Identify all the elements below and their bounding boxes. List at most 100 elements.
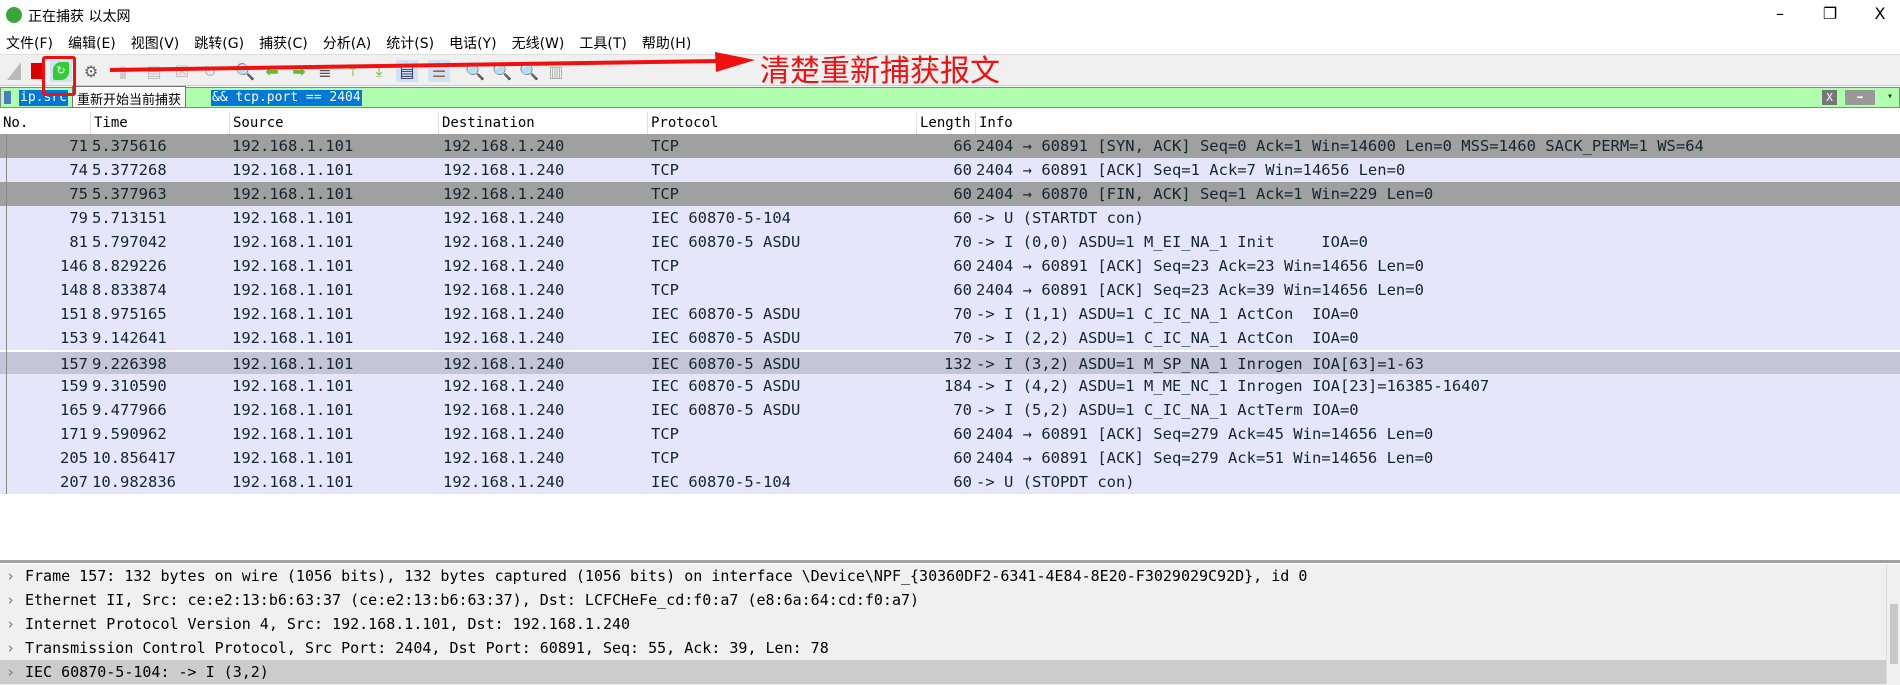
packet-no: 79 — [69, 209, 88, 227]
column-protocol[interactable]: Protocol — [648, 112, 917, 134]
filter-bookmark-icon[interactable] — [4, 91, 11, 104]
packet-row[interactable]: 159 9.310590 192.168.1.101 192.168.1.240 IEC… — [0, 374, 1900, 398]
packet-info: 2404 → 60891 [ACK] Seq=1 Ack=7 Win=14656… — [976, 161, 1406, 179]
details-scrollbar[interactable] — [1886, 564, 1900, 685]
menu-wireless[interactable]: 无线(W) — [510, 30, 573, 54]
packet-length: 66 — [953, 137, 972, 155]
close-button[interactable]: X — [1865, 4, 1895, 23]
packet-list-header: No. Time Source Destination Protocol Len… — [0, 112, 1900, 134]
packet-row[interactable]: 71 5.375616 192.168.1.101 192.168.1.240 TCP 6… — [0, 134, 1900, 158]
expand-chevron-icon[interactable]: › — [6, 564, 15, 588]
start-capture-fin-icon[interactable] — [3, 60, 25, 82]
packet-row[interactable]: 171 9.590962 192.168.1.101 192.168.1.240 TCP… — [0, 422, 1900, 446]
packet-time: 10.982836 — [92, 473, 176, 491]
packet-length: 60 — [953, 449, 972, 467]
menu-file[interactable]: 文件(F) — [4, 30, 61, 54]
packet-row[interactable]: 207 10.982836 192.168.1.101 192.168.1.240 IE… — [0, 470, 1900, 494]
packet-length: 70 — [953, 233, 972, 251]
menu-capture[interactable]: 捕获(C) — [257, 30, 316, 54]
packet-no: 165 — [60, 401, 88, 419]
column-source[interactable]: Source — [230, 112, 439, 134]
packet-row[interactable]: 79 5.713151 192.168.1.101 192.168.1.240 IEC … — [0, 206, 1900, 230]
packet-destination: 192.168.1.240 — [443, 137, 565, 155]
column-info[interactable]: Info — [976, 112, 1900, 134]
packet-row[interactable]: 153 9.142641 192.168.1.101 192.168.1.240 IEC… — [0, 326, 1900, 350]
menu-telephony[interactable]: 电话(Y) — [447, 30, 504, 54]
packet-no: 171 — [60, 425, 88, 443]
packet-row[interactable]: 157 9.226398 192.168.1.101 192.168.1.240 IEC… — [0, 352, 1900, 376]
packet-row[interactable]: 75 5.377963 192.168.1.101 192.168.1.240 TCP 6… — [0, 182, 1900, 206]
annotation-highlight-box — [42, 56, 76, 96]
menu-edit[interactable]: 编辑(E) — [66, 30, 124, 54]
detail-tree-item[interactable]: › Ethernet II, Src: ce:e2:13:b6:63:37 (ce… — [0, 588, 1900, 612]
packet-time: 9.226398 — [92, 355, 167, 373]
packet-source: 192.168.1.101 — [232, 281, 354, 299]
column-time[interactable]: Time — [91, 112, 230, 134]
menu-statistics[interactable]: 统计(S) — [384, 30, 442, 54]
packet-no: 207 — [60, 473, 88, 491]
expand-chevron-icon[interactable]: › — [6, 588, 15, 612]
packet-length: 60 — [953, 185, 972, 203]
packet-no: 74 — [69, 161, 88, 179]
filter-text-suffix: && tcp.port == 2404 — [211, 90, 362, 106]
packet-destination: 192.168.1.240 — [443, 473, 565, 491]
detail-tree-item[interactable]: › IEC 60870-5-104: -> I (3,2) — [0, 660, 1900, 684]
packet-no: 153 — [60, 329, 88, 347]
packet-row[interactable]: 81 5.797042 192.168.1.101 192.168.1.240 IEC … — [0, 230, 1900, 254]
packet-destination: 192.168.1.240 — [443, 377, 565, 395]
display-filter-input[interactable]: ip.src && tcp.port == 2404 X ➡ ▾ — [0, 87, 1900, 108]
packet-destination: 192.168.1.240 — [443, 257, 565, 275]
packet-row[interactable]: 205 10.856417 192.168.1.101 192.168.1.240 TC… — [0, 446, 1900, 470]
packet-row[interactable]: 148 8.833874 192.168.1.101 192.168.1.240 TCP… — [0, 278, 1900, 302]
packet-row[interactable]: 74 5.377268 192.168.1.101 192.168.1.240 TCP 6… — [0, 158, 1900, 182]
menu-go[interactable]: 跳转(G) — [192, 30, 252, 54]
packet-list-related-line — [6, 134, 7, 494]
packet-time: 10.856417 — [92, 449, 176, 467]
minimize-button[interactable]: – — [1765, 4, 1795, 23]
menu-help[interactable]: 帮助(H) — [640, 30, 699, 54]
packet-length: 70 — [953, 305, 972, 323]
pane-splitter[interactable] — [0, 560, 1900, 563]
packet-destination: 192.168.1.240 — [443, 425, 565, 443]
packet-row[interactable]: 151 8.975165 192.168.1.101 192.168.1.240 IEC… — [0, 302, 1900, 326]
expand-chevron-icon[interactable]: › — [6, 660, 15, 684]
packet-row[interactable]: 146 8.829226 192.168.1.101 192.168.1.240 TCP… — [0, 254, 1900, 278]
packet-protocol: TCP — [651, 137, 679, 155]
packet-list: 71 5.375616 192.168.1.101 192.168.1.240 TCP 6… — [0, 134, 1900, 494]
menu-tools[interactable]: 工具(T) — [577, 30, 634, 54]
packet-destination: 192.168.1.240 — [443, 209, 565, 227]
detail-tree-item[interactable]: › Transmission Control Protocol, Src Port… — [0, 636, 1900, 660]
column-destination[interactable]: Destination — [439, 112, 648, 134]
packet-protocol: TCP — [651, 281, 679, 299]
packet-info: -> I (4,2) ASDU=1 M_ME_NC_1 Inrogen IOA[… — [976, 377, 1490, 395]
packet-protocol: IEC 60870-5-104 — [651, 473, 791, 491]
menu-view[interactable]: 视图(V) — [129, 30, 188, 54]
packet-source: 192.168.1.101 — [232, 161, 354, 179]
packet-row[interactable]: 165 9.477966 192.168.1.101 192.168.1.240 IEC… — [0, 398, 1900, 422]
packet-source: 192.168.1.101 — [232, 401, 354, 419]
expand-chevron-icon[interactable]: › — [6, 612, 15, 636]
column-length[interactable]: Length — [917, 112, 976, 134]
packet-info: -> I (3,2) ASDU=1 M_SP_NA_1 Inrogen IOA[… — [976, 355, 1424, 373]
packet-no: 159 — [60, 377, 88, 395]
filter-history-dropdown[interactable]: ▾ — [1887, 91, 1893, 102]
packet-length: 60 — [953, 281, 972, 299]
maximize-button[interactable]: ❐ — [1815, 4, 1845, 23]
details-scrollbar-thumb[interactable] — [1890, 604, 1898, 664]
clear-filter-button[interactable]: X — [1822, 90, 1837, 105]
packet-time: 5.377268 — [92, 161, 167, 179]
packet-protocol: TCP — [651, 449, 679, 467]
packet-source: 192.168.1.101 — [232, 355, 354, 373]
detail-tree-item[interactable]: › Frame 157: 132 bytes on wire (1056 bits… — [0, 564, 1900, 588]
title-bar: 正在捕获 以太网 – ❐ X — [0, 0, 1900, 30]
detail-tree-item[interactable]: › Internet Protocol Version 4, Src: 192.1… — [0, 612, 1900, 636]
apply-filter-button[interactable]: ➡ — [1845, 90, 1875, 105]
packet-source: 192.168.1.101 — [232, 473, 354, 491]
packet-protocol: TCP — [651, 161, 679, 179]
packet-info: -> U (STARTDT con) — [976, 209, 1144, 227]
expand-chevron-icon[interactable]: › — [6, 636, 15, 660]
capture-options-icon[interactable]: ⚙ — [80, 60, 102, 82]
window-title: 正在捕获 以太网 — [28, 9, 131, 25]
menu-analyze[interactable]: 分析(A) — [321, 30, 380, 54]
column-no[interactable]: No. — [0, 112, 91, 134]
